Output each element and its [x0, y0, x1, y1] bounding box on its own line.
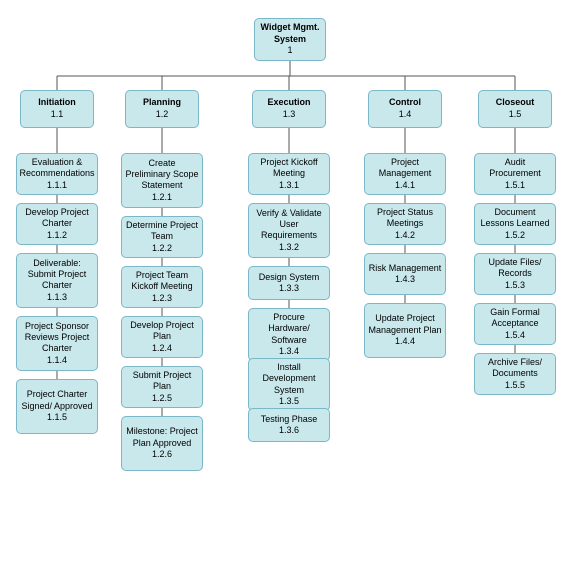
- level2-node-1_4_2: Project Status Meetings1.4.2: [364, 203, 446, 245]
- root-id: 1: [287, 45, 292, 57]
- l2-label: Milestone: Project Plan Approved: [125, 426, 199, 449]
- level2-node-1_2_5: Submit Project Plan1.2.5: [121, 366, 203, 408]
- level2-node-1_3_5: Install Development System1.3.5: [248, 358, 330, 411]
- l2-label: Testing Phase: [261, 414, 318, 425]
- l2-label: Verify & Validate User Requirements: [252, 208, 326, 242]
- level2-node-1_4_3: Risk Management1.4.3: [364, 253, 446, 295]
- l2-id: 1.5.2: [505, 230, 525, 242]
- l2-label: Audit Procurement: [478, 157, 552, 180]
- l2-label: Update Project Management Plan: [368, 313, 442, 336]
- level1-node-1_5: Closeout1.5: [478, 90, 552, 128]
- l2-id: 1.1.3: [47, 292, 67, 304]
- l2-label: Project Charter Signed/ Approved: [20, 389, 94, 412]
- l2-id: 1.5.3: [505, 280, 525, 292]
- l2-id: 1.2.6: [152, 449, 172, 461]
- l1-id: 1.5: [509, 109, 522, 121]
- level1-node-1_4: Control1.4: [368, 90, 442, 128]
- l2-id: 1.5.4: [505, 330, 525, 342]
- level2-node-1_5_1: Audit Procurement1.5.1: [474, 153, 556, 195]
- l2-label: Design System: [259, 272, 320, 283]
- l2-id: 1.5.1: [505, 180, 525, 192]
- l1-id: 1.2: [156, 109, 169, 121]
- level2-node-1_4_4: Update Project Management Plan1.4.4: [364, 303, 446, 358]
- l2-label: Project Sponsor Reviews Project Charter: [20, 321, 94, 355]
- level2-node-1_2_3: Project Team Kickoff Meeting1.2.3: [121, 266, 203, 308]
- l2-label: Archive Files/ Documents: [478, 357, 552, 380]
- l2-id: 1.3.1: [279, 180, 299, 192]
- l2-label: Create Preliminary Scope Statement: [125, 158, 199, 192]
- l2-id: 1.3.3: [279, 283, 299, 295]
- l2-label: Project Management: [368, 157, 442, 180]
- level2-node-1_1_4: Project Sponsor Reviews Project Charter1…: [16, 316, 98, 371]
- l2-label: Determine Project Team: [125, 220, 199, 243]
- level2-node-1_3_1: Project Kickoff Meeting1.3.1: [248, 153, 330, 195]
- l2-label: Develop Project Plan: [125, 320, 199, 343]
- l2-id: 1.1.4: [47, 355, 67, 367]
- level2-node-1_4_1: Project Management1.4.1: [364, 153, 446, 195]
- l1-label: Closeout: [496, 97, 535, 109]
- l1-id: 1.3: [283, 109, 296, 121]
- level1-node-1_1: Initiation1.1: [20, 90, 94, 128]
- l1-label: Planning: [143, 97, 181, 109]
- chart-container: Widget Mgmt.System1 Initiation1.1 Planning…: [0, 0, 580, 565]
- l2-label: Submit Project Plan: [125, 370, 199, 393]
- level1-node-1_2: Planning1.2: [125, 90, 199, 128]
- level2-node-1_1_1: Evaluation & Recommendations1.1.1: [16, 153, 98, 195]
- level2-node-1_1_3: Deliverable: Submit Project Charter1.1.3: [16, 253, 98, 308]
- l2-id: 1.2.5: [152, 393, 172, 405]
- root-label: Widget Mgmt.System: [261, 22, 320, 45]
- level2-node-1_2_6: Milestone: Project Plan Approved1.2.6: [121, 416, 203, 471]
- l2-label: Project Kickoff Meeting: [252, 157, 326, 180]
- level2-node-1_2_1: Create Preliminary Scope Statement1.2.1: [121, 153, 203, 208]
- root-node: Widget Mgmt.System1: [254, 18, 326, 61]
- level2-node-1_5_4: Gain Formal Acceptance1.5.4: [474, 303, 556, 345]
- level2-node-1_3_4: Procure Hardware/ Software1.3.4: [248, 308, 330, 361]
- l2-id: 1.4.3: [395, 274, 415, 286]
- l2-id: 1.3.5: [279, 396, 299, 408]
- l2-id: 1.2.4: [152, 343, 172, 355]
- l2-id: 1.1.5: [47, 412, 67, 424]
- l2-label: Document Lessons Learned: [478, 207, 552, 230]
- level2-node-1_5_2: Document Lessons Learned1.5.2: [474, 203, 556, 245]
- l2-label: Procure Hardware/ Software: [252, 312, 326, 346]
- l1-label: Initiation: [38, 97, 76, 109]
- l2-label: Evaluation & Recommendations: [19, 157, 94, 180]
- l1-id: 1.1: [51, 109, 64, 121]
- l2-id: 1.3.4: [279, 346, 299, 358]
- l2-label: Risk Management: [369, 263, 442, 274]
- l2-label: Gain Formal Acceptance: [478, 307, 552, 330]
- l2-label: Deliverable: Submit Project Charter: [20, 258, 94, 292]
- level2-node-1_2_4: Develop Project Plan1.2.4: [121, 316, 203, 358]
- l1-label: Execution: [267, 97, 310, 109]
- level2-node-1_1_2: Develop Project Charter1.1.2: [16, 203, 98, 245]
- l2-id: 1.4.4: [395, 336, 415, 348]
- l2-id: 1.3.2: [279, 242, 299, 254]
- l2-id: 1.5.5: [505, 380, 525, 392]
- l2-id: 1.2.1: [152, 192, 172, 204]
- l2-label: Update Files/ Records: [478, 257, 552, 280]
- l1-label: Control: [389, 97, 421, 109]
- l2-id: 1.4.1: [395, 180, 415, 192]
- l2-id: 1.3.6: [279, 425, 299, 437]
- level2-node-1_5_3: Update Files/ Records1.5.3: [474, 253, 556, 295]
- level1-node-1_3: Execution1.3: [252, 90, 326, 128]
- l2-label: Develop Project Charter: [20, 207, 94, 230]
- l2-id: 1.1.1: [47, 180, 67, 192]
- l2-label: Project Status Meetings: [368, 207, 442, 230]
- l2-id: 1.2.3: [152, 293, 172, 305]
- l2-label: Project Team Kickoff Meeting: [125, 270, 199, 293]
- l2-label: Install Development System: [252, 362, 326, 396]
- l2-id: 1.1.2: [47, 230, 67, 242]
- level2-node-1_1_5: Project Charter Signed/ Approved1.1.5: [16, 379, 98, 434]
- l2-id: 1.2.2: [152, 243, 172, 255]
- level2-node-1_3_6: Testing Phase1.3.6: [248, 408, 330, 442]
- level2-node-1_2_2: Determine Project Team1.2.2: [121, 216, 203, 258]
- level2-node-1_3_2: Verify & Validate User Requirements1.3.2: [248, 203, 330, 258]
- org-chart: Widget Mgmt.System1 Initiation1.1 Planning…: [5, 10, 575, 555]
- l2-id: 1.4.2: [395, 230, 415, 242]
- level2-node-1_3_3: Design System1.3.3: [248, 266, 330, 300]
- l1-id: 1.4: [399, 109, 412, 121]
- level2-node-1_5_5: Archive Files/ Documents1.5.5: [474, 353, 556, 395]
